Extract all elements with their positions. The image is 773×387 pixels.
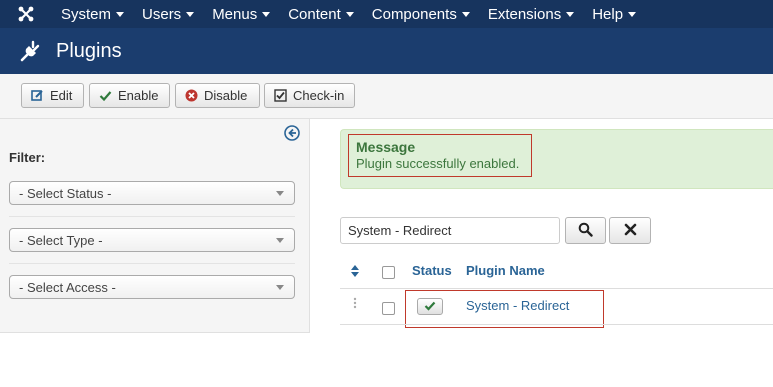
- page-title: Plugins: [56, 39, 122, 62]
- collapse-sidebar-icon[interactable]: [284, 125, 300, 141]
- menu-components-label: Components: [371, 5, 457, 23]
- chevron-down-icon: [276, 191, 284, 196]
- select-access-value: - Select Access -: [19, 279, 116, 295]
- divider: [340, 288, 773, 289]
- main-menu: System Users Menus Content Components Ex…: [52, 0, 645, 28]
- filter-sidebar: Filter: - Select Status - - Select Type …: [0, 119, 310, 333]
- menu-extensions[interactable]: Extensions: [479, 0, 583, 28]
- page-header: Plugins: [0, 28, 773, 74]
- menu-system-label: System: [61, 5, 112, 23]
- highlight-annotation: [348, 134, 532, 177]
- chevron-down-icon: [566, 11, 575, 17]
- plug-icon: [20, 39, 44, 63]
- chevron-down-icon: [276, 285, 284, 290]
- edit-icon: [30, 89, 44, 103]
- check-in-button[interactable]: Check-in: [264, 83, 355, 108]
- filter-label: Filter:: [9, 150, 46, 165]
- chevron-down-icon: [461, 11, 470, 17]
- top-navbar: System Users Menus Content Components Ex…: [0, 0, 773, 28]
- close-icon: [624, 223, 637, 239]
- menu-help[interactable]: Help: [583, 0, 645, 28]
- select-all-checkbox[interactable]: [382, 266, 395, 279]
- menu-users[interactable]: Users: [133, 0, 203, 28]
- menu-menus-label: Menus: [212, 5, 258, 23]
- sort-icon[interactable]: [350, 264, 360, 278]
- search-input[interactable]: [340, 217, 560, 244]
- divider: [9, 216, 295, 217]
- unpublish-icon: [184, 89, 198, 103]
- disable-button-label: Disable: [204, 88, 248, 103]
- menu-system[interactable]: System: [52, 0, 133, 28]
- column-header-plugin-name[interactable]: Plugin Name: [466, 263, 545, 278]
- divider: [9, 263, 295, 264]
- select-type-value: - Select Type -: [19, 232, 103, 248]
- highlight-annotation: [405, 290, 604, 328]
- drag-handle-icon[interactable]: [353, 297, 357, 309]
- menu-extensions-label: Extensions: [487, 5, 562, 23]
- enable-button[interactable]: Enable: [89, 83, 170, 108]
- chevron-down-icon: [628, 11, 637, 17]
- chevron-down-icon: [116, 11, 125, 17]
- checkbox-icon: [273, 89, 287, 103]
- chevron-down-icon: [186, 11, 195, 17]
- clear-search-button[interactable]: [609, 217, 651, 244]
- disable-button[interactable]: Disable: [175, 83, 260, 108]
- menu-content-label: Content: [288, 5, 341, 23]
- menu-help-label: Help: [592, 5, 624, 23]
- row-checkbox[interactable]: [382, 302, 395, 315]
- chevron-down-icon: [345, 11, 354, 17]
- menu-content[interactable]: Content: [279, 0, 363, 28]
- select-access-dropdown[interactable]: - Select Access -: [9, 275, 295, 299]
- toolbar: Edit Enable Disable Check-in: [0, 74, 773, 119]
- menu-menus[interactable]: Menus: [203, 0, 279, 28]
- search-icon: [578, 222, 593, 240]
- edit-button[interactable]: Edit: [21, 83, 84, 108]
- edit-button-label: Edit: [50, 88, 73, 103]
- chevron-down-icon: [262, 11, 271, 17]
- check-icon: [98, 89, 112, 103]
- select-status-value: - Select Status -: [19, 185, 112, 201]
- check-in-button-label: Check-in: [293, 88, 345, 103]
- menu-components[interactable]: Components: [363, 0, 479, 28]
- select-status-dropdown[interactable]: - Select Status -: [9, 181, 295, 205]
- divider: [340, 324, 773, 325]
- column-header-status[interactable]: Status: [412, 263, 452, 278]
- menu-users-label: Users: [142, 5, 182, 23]
- joomla-logo-icon[interactable]: [0, 0, 52, 28]
- chevron-down-icon: [276, 238, 284, 243]
- select-type-dropdown[interactable]: - Select Type -: [9, 228, 295, 252]
- enable-button-label: Enable: [118, 88, 159, 103]
- search-button[interactable]: [565, 217, 606, 244]
